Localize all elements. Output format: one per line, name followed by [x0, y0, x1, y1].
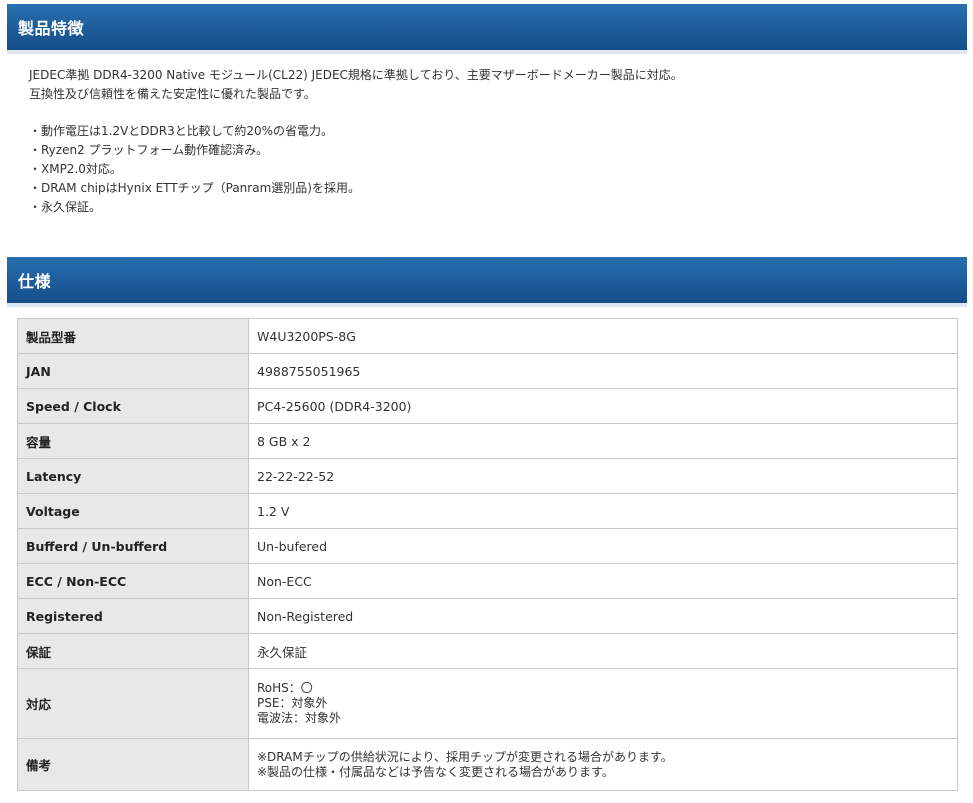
- features-description: JEDEC準拠 DDR4-3200 Native モジュール(CL22) JED…: [29, 66, 949, 217]
- table-row: 対応 RoHS：〇 PSE：対象外 電波法：対象外: [17, 668, 958, 739]
- feature-bullet: ・XMP2.0対応。: [29, 162, 122, 176]
- table-row: 備考 ※DRAMチップの供給状況により、採用チップが変更される場合があります。 …: [17, 738, 958, 791]
- spec-value: W4U3200PS-8G: [248, 318, 958, 354]
- spec-label: 製品型番: [17, 318, 249, 354]
- spec-label: Speed / Clock: [17, 388, 249, 424]
- compat-line: 電波法：対象外: [257, 711, 342, 725]
- feature-bullet: ・DRAM chipはHynix ETTチップ（Panram選別品)を採用。: [29, 181, 360, 195]
- spec-label: JAN: [17, 353, 249, 389]
- spec-label: Voltage: [17, 493, 249, 529]
- note-line: ※DRAMチップの供給状況により、採用チップが変更される場合があります。: [257, 749, 673, 764]
- feature-bullet: ・動作電圧は1.2VとDDR3と比較して約20%の省電力。: [29, 124, 334, 138]
- spec-label: 対応: [17, 668, 249, 739]
- spec-label: Latency: [17, 458, 249, 494]
- table-row: 製品型番 W4U3200PS-8G: [17, 318, 958, 354]
- table-row: Bufferd / Un-bufferd Un-bufered: [17, 528, 958, 564]
- table-row: JAN 4988755051965: [17, 353, 958, 389]
- feature-bullet: ・Ryzen2 プラットフォーム動作確認済み。: [29, 143, 269, 157]
- features-line: JEDEC準拠 DDR4-3200 Native モジュール(CL22) JED…: [29, 68, 683, 82]
- specs-title: 仕様: [18, 272, 52, 291]
- table-row: Speed / Clock PC4-25600 (DDR4-3200): [17, 388, 958, 424]
- spec-label: ECC / Non-ECC: [17, 563, 249, 599]
- spec-table: 製品型番 W4U3200PS-8G JAN 4988755051965 Spee…: [17, 318, 958, 791]
- spec-value: Non-Registered: [248, 598, 958, 634]
- product-page: 製品特徴 JEDEC準拠 DDR4-3200 Native モジュール(CL22…: [0, 0, 973, 803]
- spec-value: PC4-25600 (DDR4-3200): [248, 388, 958, 424]
- spec-value: 22-22-22-52: [248, 458, 958, 494]
- compat-line: RoHS：〇: [257, 681, 313, 695]
- spec-value: 4988755051965: [248, 353, 958, 389]
- specs-header: 仕様: [7, 257, 967, 303]
- spec-value: RoHS：〇 PSE：対象外 電波法：対象外: [248, 668, 958, 739]
- note-line: ※製品の仕様・付属品などは予告なく変更される場合があります。: [257, 764, 614, 779]
- table-row: 容量 8 GB x 2: [17, 423, 958, 459]
- feature-bullet: ・永久保証。: [29, 200, 102, 214]
- table-row: Voltage 1.2 V: [17, 493, 958, 529]
- compat-line: PSE：対象外: [257, 696, 328, 710]
- table-row: ECC / Non-ECC Non-ECC: [17, 563, 958, 599]
- spec-value: 永久保証: [248, 633, 958, 669]
- table-row: Latency 22-22-22-52: [17, 458, 958, 494]
- spec-value: 1.2 V: [248, 493, 958, 529]
- spec-value: 8 GB x 2: [248, 423, 958, 459]
- table-row: Registered Non-Registered: [17, 598, 958, 634]
- spec-value: Non-ECC: [248, 563, 958, 599]
- spec-label: 保証: [17, 633, 249, 669]
- spec-value: ※DRAMチップの供給状況により、採用チップが変更される場合があります。 ※製品…: [248, 738, 958, 791]
- spec-label: 容量: [17, 423, 249, 459]
- features-line: 互換性及び信頼性を備えた安定性に優れた製品です。: [29, 87, 316, 101]
- spec-label: 備考: [17, 738, 249, 791]
- features-title: 製品特徴: [18, 19, 85, 38]
- table-row: 保証 永久保証: [17, 633, 958, 669]
- spec-label: Registered: [17, 598, 249, 634]
- spec-value: Un-bufered: [248, 528, 958, 564]
- spec-label: Bufferd / Un-bufferd: [17, 528, 249, 564]
- features-header: 製品特徴: [7, 4, 967, 50]
